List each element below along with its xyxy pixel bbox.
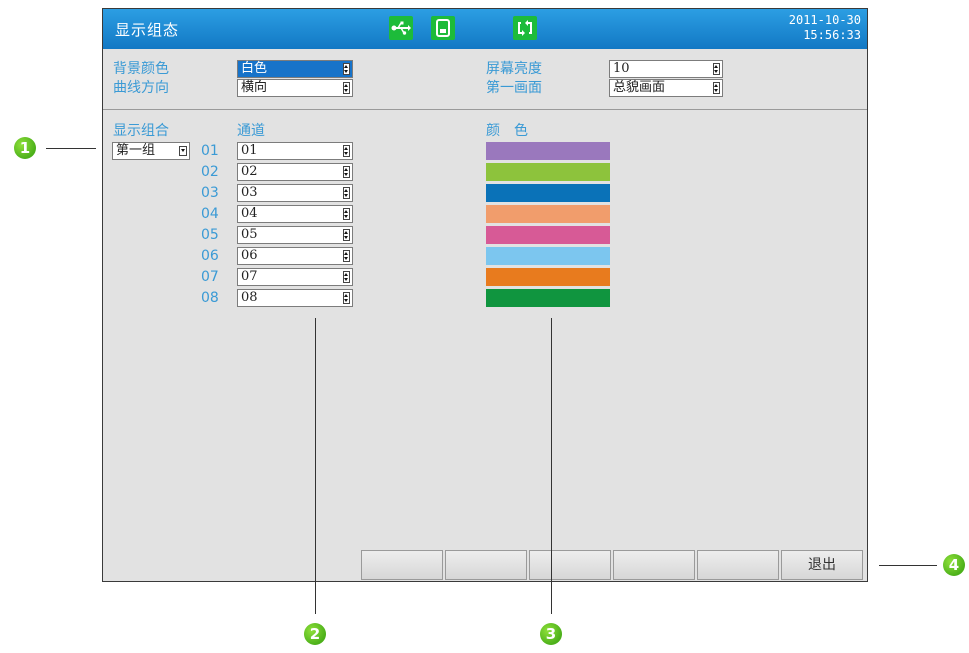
color-swatch[interactable] xyxy=(486,205,610,223)
sd-card-icon xyxy=(431,16,455,40)
dropdown-arrow-icon[interactable] xyxy=(179,146,187,156)
callout-1-line xyxy=(46,148,96,149)
channel-number: 02 xyxy=(201,164,219,180)
channel-select[interactable]: 04 xyxy=(237,205,353,223)
channel-number: 07 xyxy=(201,269,219,285)
clock: 2011-10-30 15:56:33 xyxy=(789,13,861,43)
channel-header: 通道 xyxy=(237,123,265,139)
bg-color-value: 白色 xyxy=(241,61,268,76)
softkey-2[interactable] xyxy=(445,550,527,580)
group-value: 第一组 xyxy=(116,143,156,158)
brightness-value: 10 xyxy=(613,61,630,76)
brightness-label: 屏幕亮度 xyxy=(486,61,542,77)
recorder-screen: 显示组态 2011-10-30 15:56:33 背景颜色 白色 曲线方向 横向… xyxy=(102,8,868,582)
bg-color-label: 背景颜色 xyxy=(113,61,169,77)
usb-icon xyxy=(389,16,413,40)
callout-1-badge: 1 xyxy=(14,137,36,159)
channel-number: 05 xyxy=(201,227,219,243)
first-screen-value: 总貌画面 xyxy=(613,80,666,95)
color-header: 颜 色 xyxy=(486,123,528,139)
softkey-4[interactable] xyxy=(613,550,695,580)
color-swatch[interactable] xyxy=(486,163,610,181)
callout-4-line xyxy=(879,565,937,566)
divider xyxy=(103,109,867,110)
channel-select[interactable]: 05 xyxy=(237,226,353,244)
channel-value: 01 xyxy=(241,143,258,158)
softkey-5[interactable] xyxy=(697,550,779,580)
curve-direction-label: 曲线方向 xyxy=(113,80,169,96)
softkey-1[interactable] xyxy=(361,550,443,580)
channel-value: 06 xyxy=(241,248,258,263)
brightness-select[interactable]: 10 xyxy=(609,60,723,78)
curve-direction-select[interactable]: 横向 xyxy=(237,79,353,97)
group-label: 显示组合 xyxy=(113,123,169,139)
spinner-arrows-icon[interactable] xyxy=(343,63,350,75)
date-display: 2011-10-30 xyxy=(788,13,861,27)
group-select[interactable]: 第一组 xyxy=(112,142,190,160)
spinner-arrows-icon[interactable] xyxy=(343,271,350,283)
channel-value: 05 xyxy=(241,227,258,242)
spinner-arrows-icon[interactable] xyxy=(713,82,720,94)
spinner-arrows-icon[interactable] xyxy=(343,208,350,220)
callout-2-badge: 2 xyxy=(304,623,326,645)
spinner-arrows-icon[interactable] xyxy=(343,166,350,178)
spinner-arrows-icon[interactable] xyxy=(343,82,350,94)
channel-select[interactable]: 02 xyxy=(237,163,353,181)
spinner-arrows-icon[interactable] xyxy=(343,145,350,157)
channel-number: 08 xyxy=(201,290,219,306)
title-bar: 显示组态 2011-10-30 15:56:33 xyxy=(103,9,867,49)
callout-2-line xyxy=(315,318,316,614)
channel-select[interactable]: 06 xyxy=(237,247,353,265)
channel-select[interactable]: 01 xyxy=(237,142,353,160)
channel-value: 03 xyxy=(241,185,258,200)
first-screen-select[interactable]: 总貌画面 xyxy=(609,79,723,97)
color-swatch[interactable] xyxy=(486,226,610,244)
spinner-arrows-icon[interactable] xyxy=(343,187,350,199)
softkey-3[interactable] xyxy=(529,550,611,580)
spinner-arrows-icon[interactable] xyxy=(343,292,350,304)
exit-button[interactable]: 退出 xyxy=(781,550,863,580)
channel-select[interactable]: 03 xyxy=(237,184,353,202)
bg-color-select[interactable]: 白色 xyxy=(237,60,353,78)
curve-direction-value: 横向 xyxy=(241,80,268,95)
callout-4-badge: 4 xyxy=(943,554,965,576)
channel-value: 04 xyxy=(241,206,258,221)
channel-select[interactable]: 08 xyxy=(237,289,353,307)
color-swatch[interactable] xyxy=(486,184,610,202)
color-swatch[interactable] xyxy=(486,289,610,307)
channel-number: 01 xyxy=(201,143,219,159)
refresh-icon xyxy=(513,16,537,40)
color-swatch[interactable] xyxy=(486,142,610,160)
channel-number: 06 xyxy=(201,248,219,264)
screen-title: 显示组态 xyxy=(115,21,180,39)
channel-number: 04 xyxy=(201,206,219,222)
time-display: 15:56:33 xyxy=(803,28,861,42)
callout-3-badge: 3 xyxy=(540,623,562,645)
spinner-arrows-icon[interactable] xyxy=(343,250,350,262)
channel-value: 08 xyxy=(241,290,258,305)
spinner-arrows-icon[interactable] xyxy=(713,63,720,75)
channel-number: 03 xyxy=(201,185,219,201)
spinner-arrows-icon[interactable] xyxy=(343,229,350,241)
first-screen-label: 第一画面 xyxy=(486,80,542,96)
color-swatch[interactable] xyxy=(486,268,610,286)
channel-value: 07 xyxy=(241,269,258,284)
callout-3-line xyxy=(551,318,552,614)
channel-value: 02 xyxy=(241,164,258,179)
channel-select[interactable]: 07 xyxy=(237,268,353,286)
color-swatch[interactable] xyxy=(486,247,610,265)
